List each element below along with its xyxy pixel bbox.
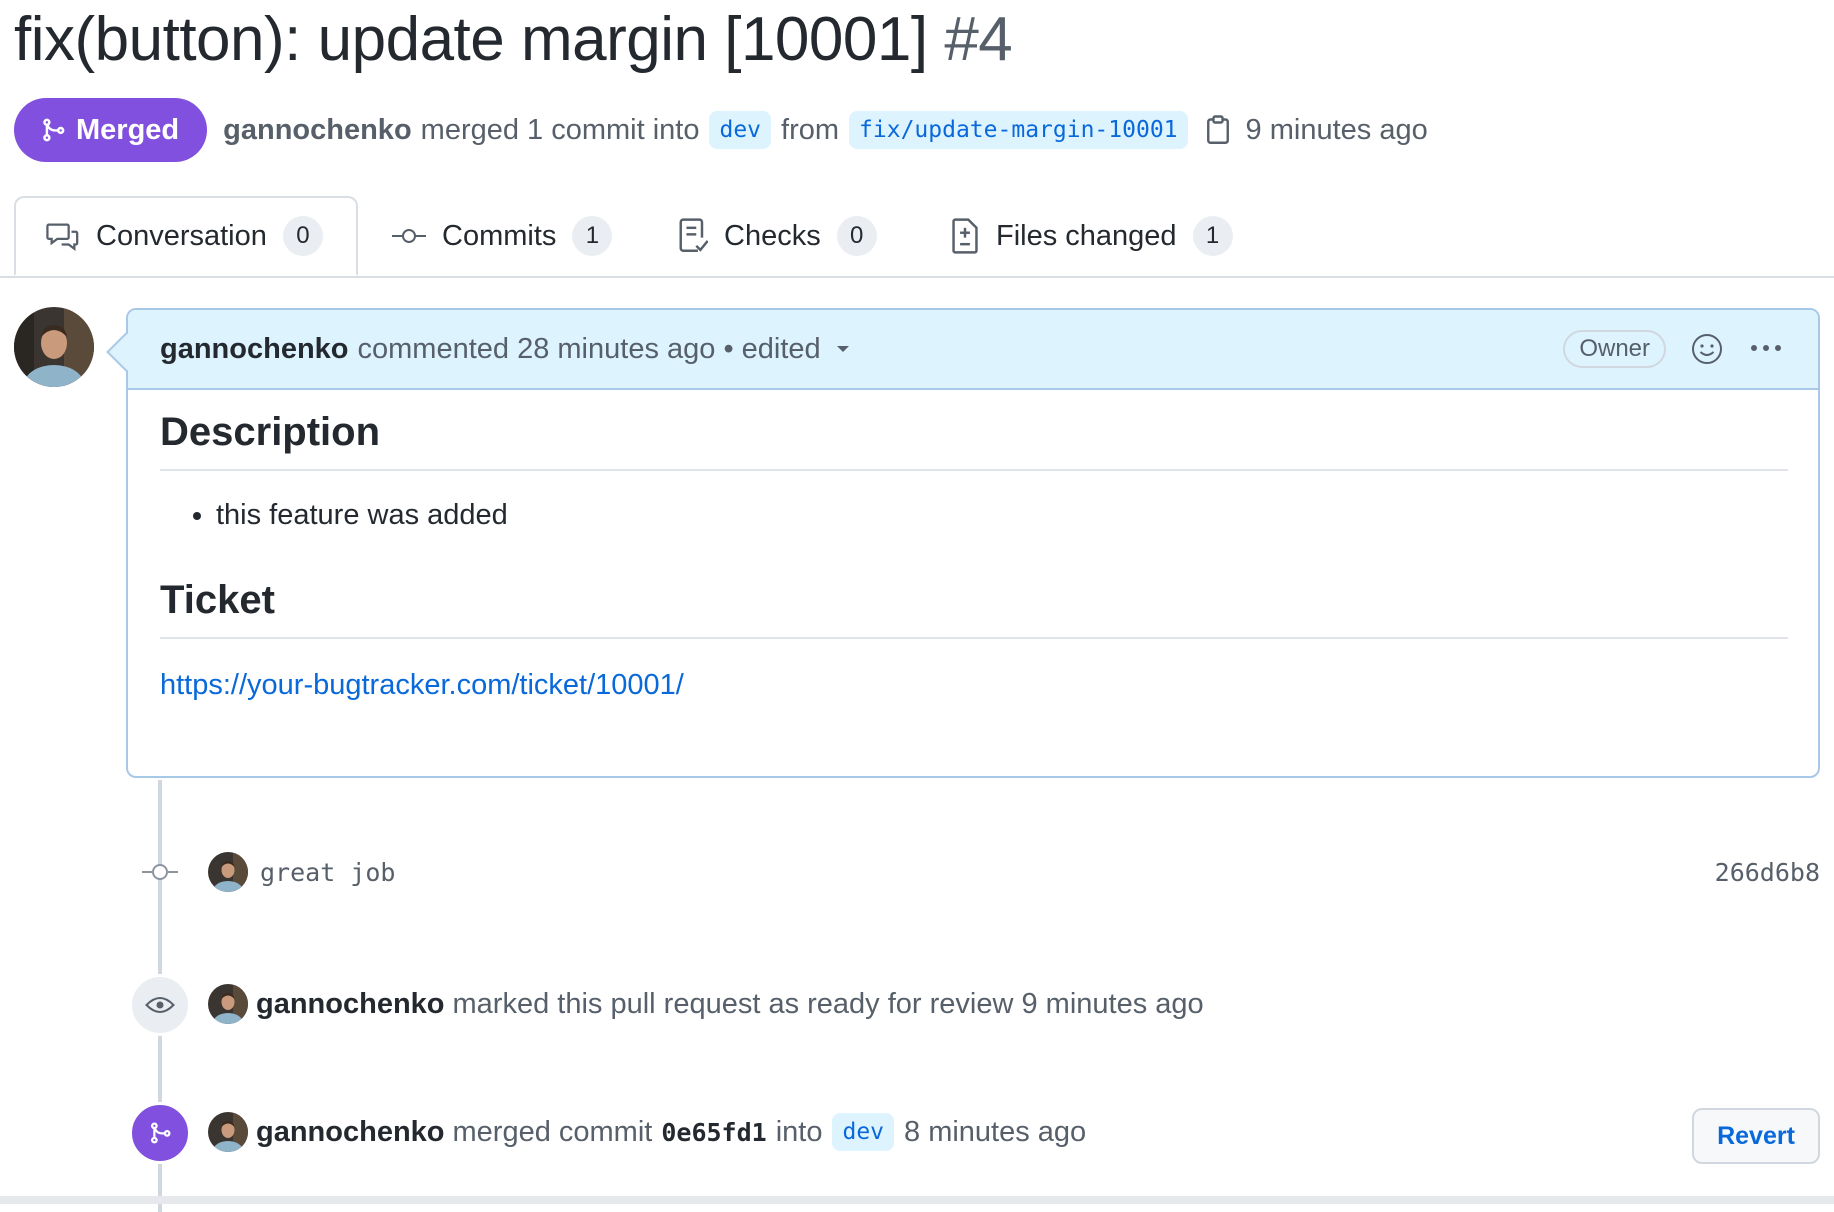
tab-checks-label: Checks [724, 219, 821, 252]
event-author-link[interactable]: gannochenko [256, 1116, 445, 1149]
merge-branch-label[interactable]: dev [832, 1113, 895, 1151]
commit-message-link[interactable]: great job [260, 858, 395, 887]
tab-conversation[interactable]: Conversation 0 [14, 196, 358, 276]
tab-commits-label: Commits [442, 219, 557, 252]
avatar[interactable] [208, 852, 248, 892]
merged-event-icon [129, 1102, 191, 1164]
git-commit-icon [392, 229, 426, 243]
chevron-down-icon[interactable] [835, 344, 851, 354]
git-commit-icon [142, 862, 178, 887]
ready-event-text: marked this pull request as ready for re… [452, 987, 1204, 1020]
bottom-divider [0, 1196, 1834, 1204]
checklist-icon [679, 218, 708, 252]
avatar[interactable] [208, 1112, 248, 1152]
commit-sha-link[interactable]: 266d6b8 [1715, 858, 1820, 887]
comment-body: Description this feature was added Ticke… [160, 410, 1788, 702]
pr-number: #4 [944, 5, 1013, 74]
merge-summary: gannochenko merged 1 commit into dev fro… [223, 111, 1428, 149]
comment-author-link[interactable]: gannochenko [160, 333, 349, 366]
merged-state-badge: Merged [14, 98, 208, 162]
head-branch-label[interactable]: fix/update-margin-10001 [849, 111, 1188, 149]
avatar-image [14, 307, 94, 387]
base-branch-label[interactable]: dev [709, 111, 772, 149]
add-reaction-icon[interactable] [1690, 332, 1724, 371]
revert-button[interactable]: Revert [1692, 1108, 1820, 1164]
tab-files-changed-counter: 1 [1192, 216, 1233, 256]
comment-card: gannochenko commented 28 minutes ago • e… [126, 308, 1820, 778]
merged-event: gannochenko merged commit 0e65fd1 into d… [208, 1110, 1086, 1154]
eye-icon [145, 997, 175, 1013]
merge-event-time: 8 minutes ago [904, 1115, 1087, 1148]
tab-commits-counter: 1 [572, 216, 613, 256]
avatar[interactable] [208, 984, 248, 1024]
list-item: this feature was added [216, 499, 1788, 532]
file-diff-icon [952, 218, 978, 254]
pr-tabs: Conversation 0 Commits 1 Checks 0 Files … [0, 196, 1834, 278]
comment-meta: gannochenko commented 28 minutes ago • e… [160, 333, 851, 366]
merge-summary-text: merged 1 commit into [420, 113, 700, 146]
comment-header: gannochenko commented 28 minutes ago • e… [128, 310, 1818, 390]
tab-checks-counter: 0 [836, 216, 877, 256]
ready-for-review-event: gannochenko marked this pull request as … [208, 982, 1204, 1026]
merge-time: 9 minutes ago [1245, 113, 1428, 146]
git-merge-icon [151, 1122, 171, 1144]
event-author-link[interactable]: gannochenko [256, 988, 445, 1021]
tab-checks[interactable]: Checks 0 [678, 196, 877, 276]
merge-commit-sha-link[interactable]: 0e65fd1 [661, 1118, 766, 1147]
pr-status-row: Merged gannochenko merged 1 commit into … [14, 98, 1428, 162]
kebab-horizontal-icon[interactable] [1750, 336, 1782, 365]
tab-conversation-counter: 0 [282, 216, 323, 256]
ready-for-review-event-icon [129, 974, 191, 1036]
comment-discussion-icon [46, 223, 79, 251]
merged-badge-label: Merged [76, 113, 180, 146]
git-merge-icon [43, 118, 65, 142]
copy-branch-icon[interactable] [1206, 115, 1230, 145]
from-text: from [781, 113, 840, 146]
page-title: fix(button): update margin [10001] #4 [14, 4, 1013, 75]
description-heading: Description [160, 410, 1788, 471]
into-text: into [775, 1115, 823, 1148]
comment-author-avatar[interactable] [14, 307, 94, 387]
description-list: this feature was added [160, 499, 1788, 532]
tab-files-changed[interactable]: Files changed 1 [950, 196, 1233, 276]
tab-conversation-label: Conversation [96, 219, 267, 252]
tab-files-changed-label: Files changed [996, 219, 1177, 252]
pr-title-text: fix(button): update margin [10001] [14, 5, 928, 74]
tab-commits[interactable]: Commits 1 [392, 196, 613, 276]
merge-author-link[interactable]: gannochenko [223, 114, 412, 147]
owner-badge: Owner [1563, 330, 1666, 368]
merged-commit-text: merged commit [452, 1115, 653, 1148]
ticket-heading: Ticket [160, 578, 1788, 639]
ticket-link[interactable]: https://your-bugtracker.com/ticket/10001… [160, 669, 1788, 702]
comment-meta-text[interactable]: commented 28 minutes ago • edited [358, 333, 821, 366]
commit-item: great job [208, 850, 395, 894]
